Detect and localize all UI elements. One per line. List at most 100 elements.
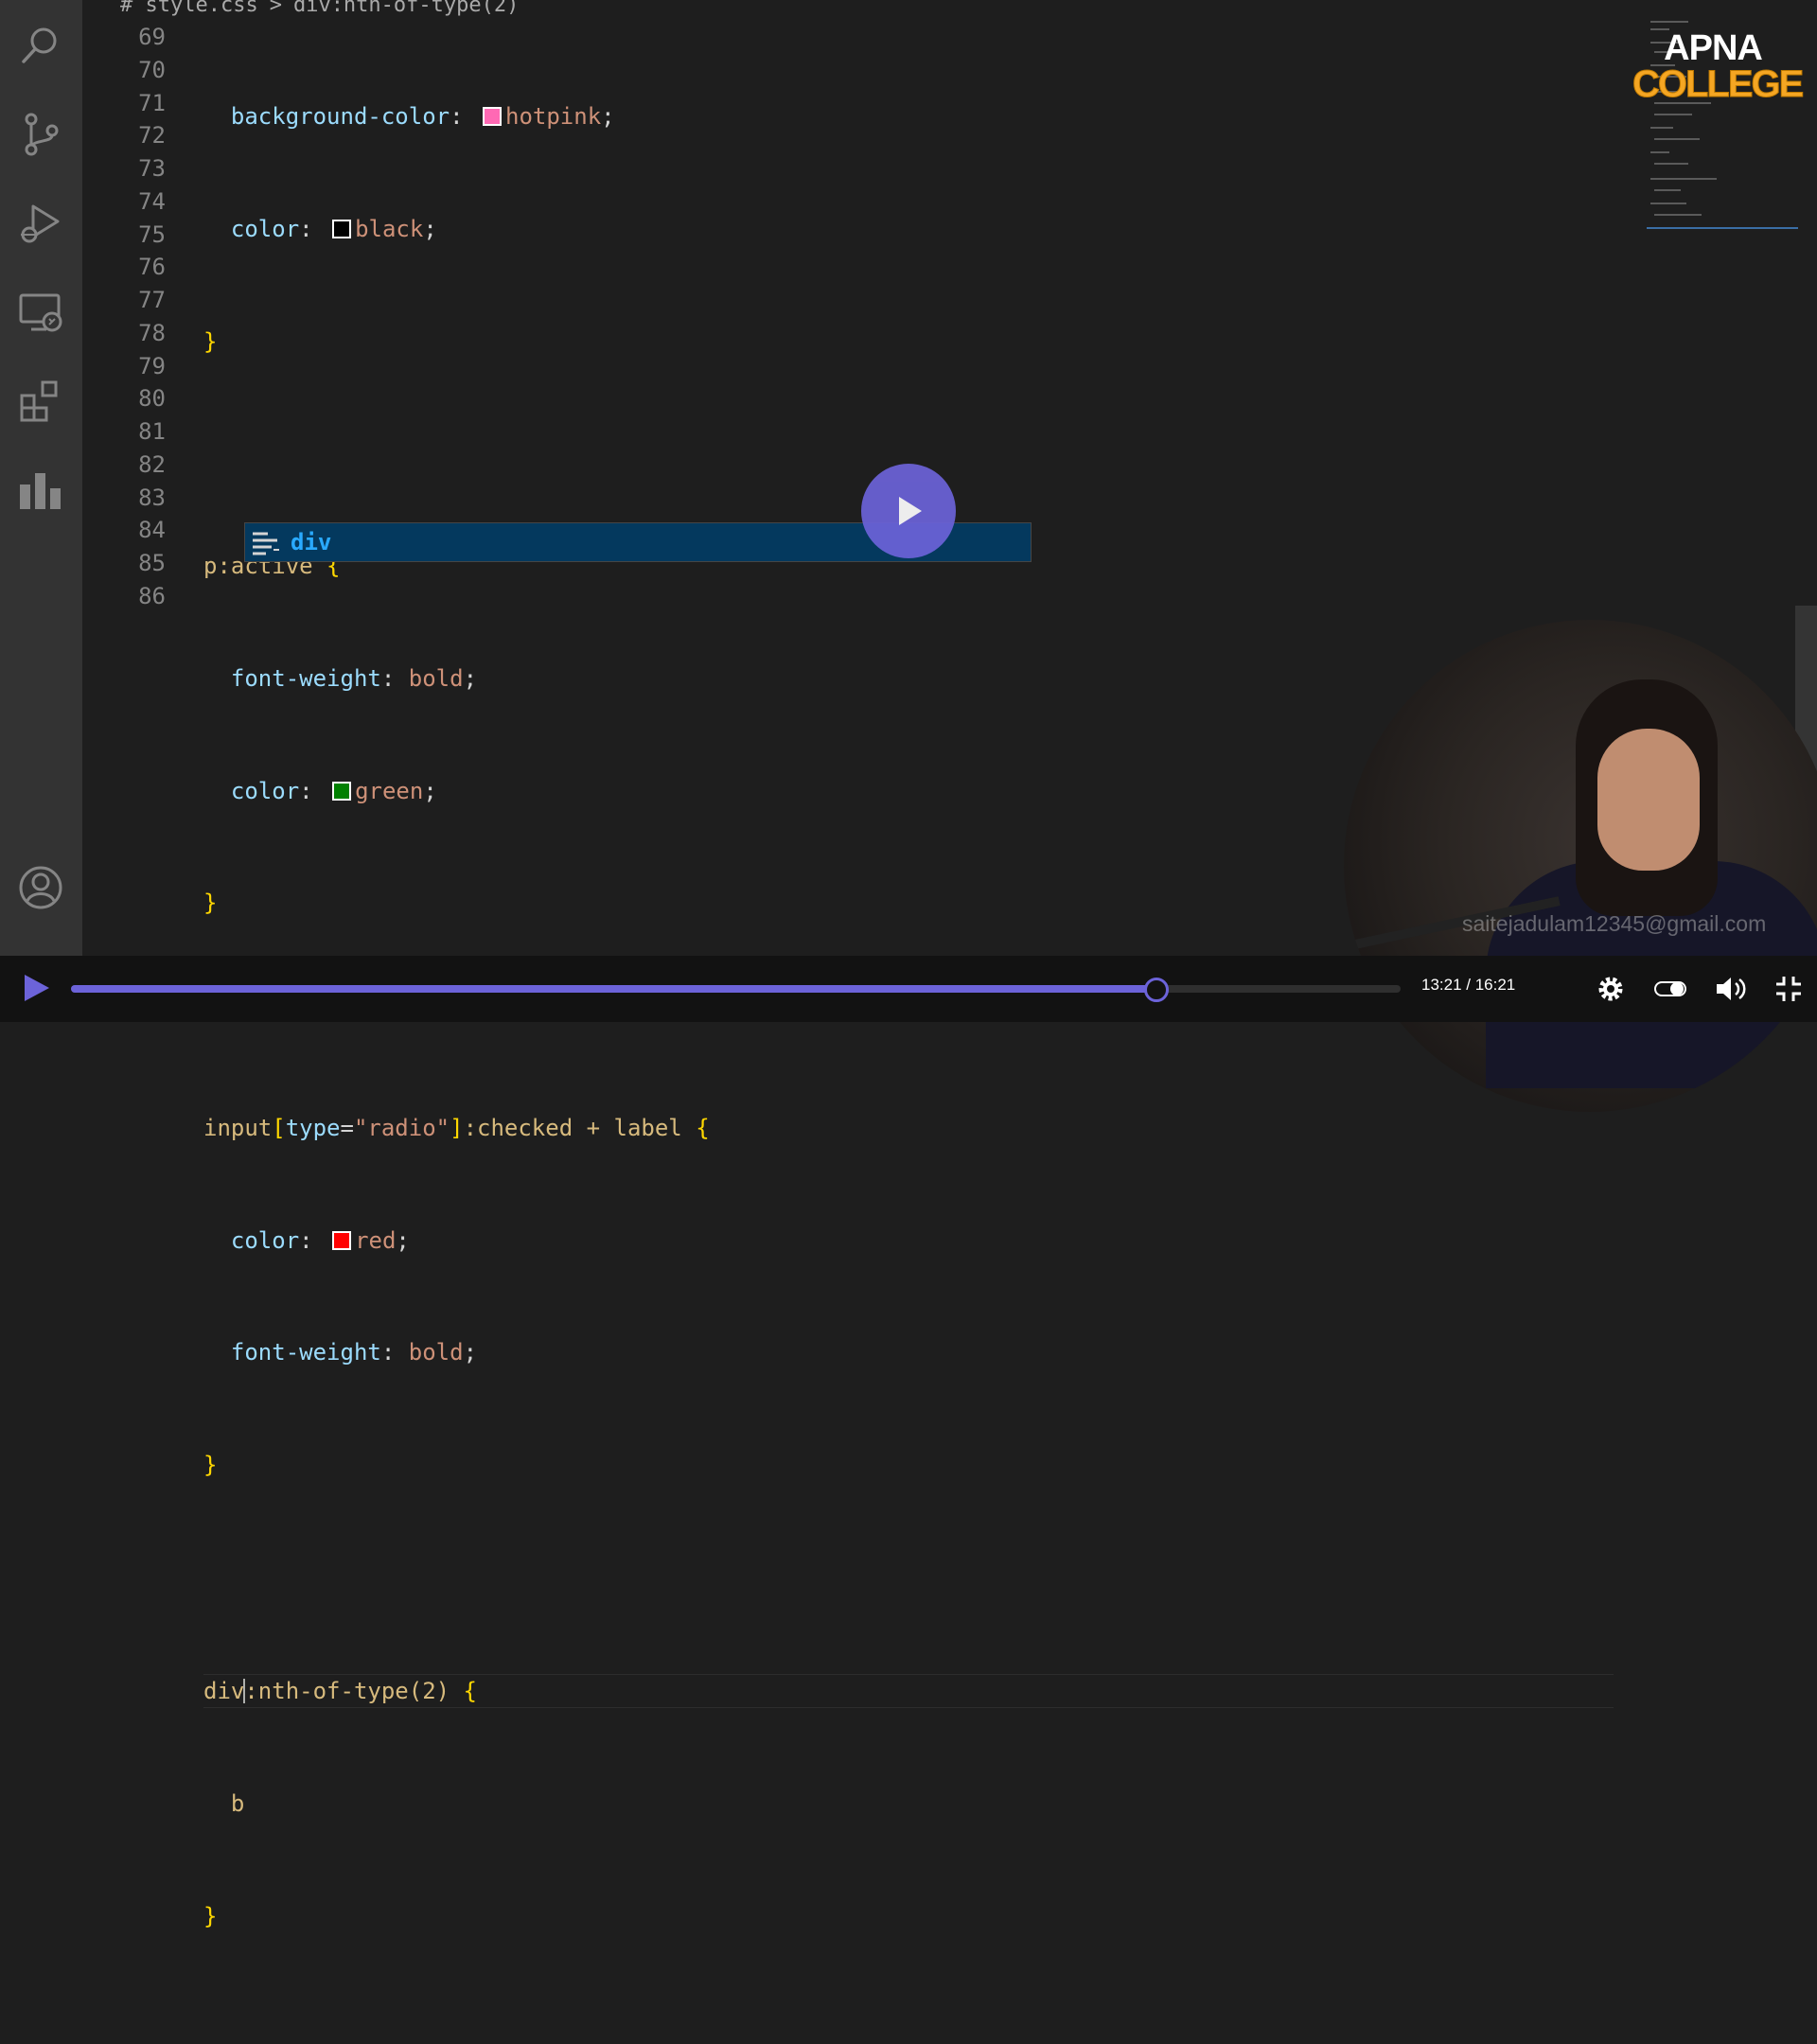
remote-explorer-icon[interactable] <box>18 290 63 335</box>
progress-bar[interactable] <box>71 978 1401 1002</box>
closing-brace: } <box>203 1452 218 1478</box>
source-control-icon[interactable] <box>18 112 63 157</box>
opening-brace: { <box>681 1114 710 1141</box>
code-line: color: red; <box>203 1225 1614 1258</box>
big-play-button[interactable] <box>861 464 956 558</box>
code-line: color: black; <box>203 213 1614 246</box>
semicolon: ; <box>396 1226 410 1254</box>
attr-name: type <box>285 1114 341 1141</box>
line-number: 77 <box>138 287 166 313</box>
css-value: hotpink <box>505 103 602 130</box>
line-number: 72 <box>138 122 166 150</box>
email-watermark: saitejadulam12345@gmail.com <box>1462 911 1767 936</box>
css-value: bold <box>408 1339 464 1366</box>
line-number: 80 <box>138 385 166 413</box>
css-property: font-weight <box>230 664 381 692</box>
play-button[interactable] <box>17 969 55 1007</box>
css-property: color <box>230 1226 300 1254</box>
gear-icon <box>1598 977 1623 1001</box>
line-number: 82 <box>138 450 166 478</box>
colon: : <box>380 1339 409 1366</box>
line-number: 73 <box>138 155 166 182</box>
colon: : <box>299 777 327 804</box>
settings-button[interactable] <box>1592 973 1630 1005</box>
activity-bar <box>0 0 82 956</box>
css-selector: div <box>203 1677 245 1704</box>
line-number: 70 <box>138 56 166 83</box>
closing-brace: } <box>203 890 218 917</box>
css-value: bold <box>408 664 464 692</box>
code-line: b <box>203 1788 1614 1821</box>
semicolon: ; <box>463 1339 478 1366</box>
theater-mode-button[interactable] <box>1651 973 1689 1005</box>
code-line: font-weight: bold; <box>203 662 1614 696</box>
time-display: 13:21 / 16:21 <box>1421 976 1516 994</box>
line-number: 81 <box>138 418 166 445</box>
css-value: black <box>355 215 424 242</box>
line-number: 69 <box>138 24 166 50</box>
line-number: 71 <box>138 89 166 116</box>
equals: = <box>340 1114 354 1141</box>
code-lines[interactable]: background-color: hotpink; color: black;… <box>203 21 1614 2044</box>
css-property: color <box>230 777 300 804</box>
line-number: 84 <box>138 517 166 544</box>
semicolon: ; <box>423 777 437 804</box>
css-value: green <box>355 777 424 804</box>
opening-brace: { <box>450 1677 478 1704</box>
semicolon: ; <box>463 664 478 692</box>
exit-fullscreen-button[interactable] <box>1770 973 1808 1005</box>
search-icon[interactable] <box>18 23 63 68</box>
breadcrumb-separator: > <box>269 0 282 17</box>
css-property: font-weight <box>230 1339 381 1366</box>
suggestion-label[interactable]: div <box>291 529 331 555</box>
logo-line2: COLLEGE <box>1632 63 1805 105</box>
apna-college-logo: APNA COLLEGE <box>1632 30 1805 105</box>
code-line: } <box>203 1449 1614 1482</box>
snippet-icon <box>251 529 281 555</box>
run-debug-icon[interactable] <box>18 201 63 246</box>
css-property: color <box>230 215 300 242</box>
volume-button[interactable] <box>1713 973 1751 1005</box>
line-number: 76 <box>138 254 166 281</box>
code-line: } <box>203 326 1614 359</box>
code-line: input[type="radio"]:checked + label { <box>203 1112 1614 1145</box>
colon: : <box>299 215 327 242</box>
play-icon <box>25 975 49 1001</box>
breadcrumb: # style.css > div:nth-of-type(2) <box>82 0 1672 21</box>
line-number: 78 <box>138 319 166 346</box>
code-line: background-color: hotpink; <box>203 100 1614 133</box>
line-number: 74 <box>138 187 166 215</box>
colon: : <box>380 664 409 692</box>
stats-icon[interactable] <box>18 467 63 513</box>
semicolon: ; <box>423 215 437 242</box>
breadcrumb-file[interactable]: # style.css <box>120 0 258 17</box>
extensions-icon[interactable] <box>18 379 63 424</box>
presenter-face <box>1597 729 1700 871</box>
color-swatch-red[interactable] <box>332 1230 352 1250</box>
color-swatch-black[interactable] <box>332 219 352 238</box>
typed-text: b <box>230 1790 245 1818</box>
breadcrumb-symbol[interactable]: div:nth-of-type(2) <box>293 0 519 17</box>
code-line-current: div:nth-of-type(2) { <box>203 1673 1614 1709</box>
color-swatch-green[interactable] <box>332 781 352 801</box>
play-icon <box>899 497 922 525</box>
exit-fullscreen-icon <box>1776 977 1801 1001</box>
attr-bracket: ] <box>450 1114 464 1141</box>
color-swatch-hotpink[interactable] <box>483 107 502 126</box>
closing-brace: } <box>203 1903 218 1929</box>
line-number: 83 <box>138 484 166 511</box>
css-selector: :checked + label <box>463 1114 682 1141</box>
webcam-overlay <box>1344 620 1817 1112</box>
attr-bracket: [ <box>272 1114 286 1141</box>
line-number: 86 <box>138 582 166 609</box>
line-number-gutter: 69 70 71 72 73 74 75 76 77 78 79 80 81 8… <box>82 21 166 613</box>
code-line: } <box>203 1900 1614 1933</box>
css-selector: input <box>203 1114 273 1141</box>
progress-fill <box>71 985 1156 993</box>
closing-brace: } <box>203 327 218 355</box>
code-line: font-weight: bold; <box>203 1336 1614 1369</box>
line-number: 85 <box>138 550 166 576</box>
account-icon[interactable] <box>18 865 63 910</box>
